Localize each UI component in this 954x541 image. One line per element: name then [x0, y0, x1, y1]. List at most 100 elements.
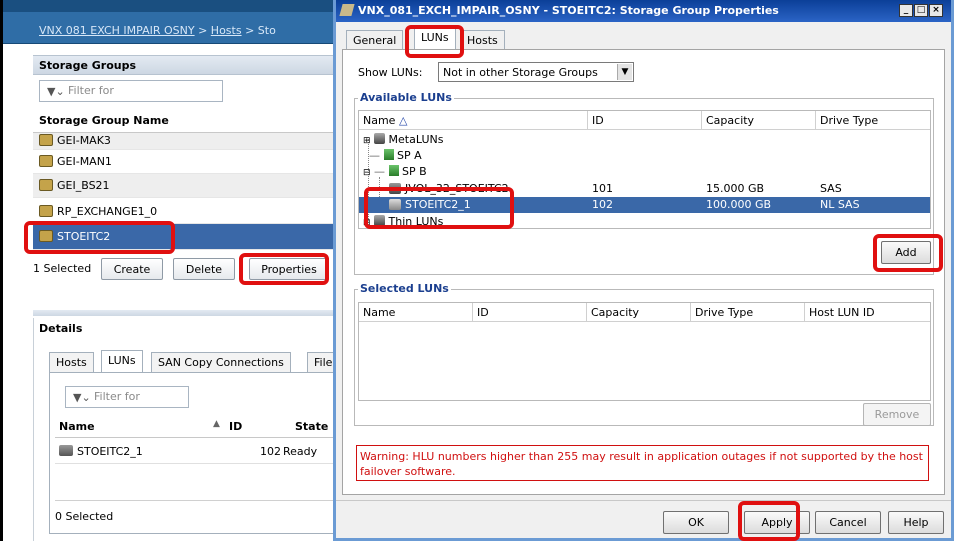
expand-icon[interactable]: ⊞	[363, 136, 371, 146]
filter-placeholder: Filter for	[68, 84, 114, 97]
tree-node-thin-luns[interactable]: ⊞ Thin LUNs	[363, 215, 443, 228]
column-header-drive-type[interactable]: Drive Type	[816, 111, 930, 130]
tree-node-label: SP B	[402, 165, 427, 178]
storage-group-icon	[39, 134, 53, 146]
tree-node-label: SP A	[397, 149, 422, 162]
column-header-name[interactable]: Name	[59, 420, 95, 433]
storage-group-row[interactable]: GEI-MAK3	[33, 133, 338, 150]
tree-node-spb[interactable]: ⊟ — SP B	[363, 165, 427, 178]
storage-processor-icon	[388, 165, 399, 176]
column-header-id[interactable]: ID	[473, 303, 587, 322]
delete-button[interactable]: Delete	[173, 258, 235, 280]
collapse-icon[interactable]: ⊟	[363, 168, 371, 178]
breadcrumb-bar: VNX 081 EXCH IMPAIR OSNY > Hosts > Sto	[3, 0, 340, 44]
minimize-icon[interactable]: _	[899, 4, 913, 17]
details-table-row[interactable]: STOEITC2_1 102 Ready	[55, 440, 340, 464]
footer-divider	[336, 500, 951, 501]
available-luns-tree-table: Name △ ID Capacity Drive Type ⊞ MetaLUNs…	[358, 110, 931, 229]
column-header-storage-group-name[interactable]: Storage Group Name	[33, 109, 338, 133]
expand-icon[interactable]: ⊞	[363, 218, 371, 228]
column-header-host-lun-id[interactable]: Host LUN ID	[805, 303, 930, 322]
storage-groups-filter-input[interactable]: ▼⌄ Filter for	[39, 80, 223, 102]
tree-node-label: Thin LUNs	[388, 215, 444, 228]
column-header-drive-type[interactable]: Drive Type	[691, 303, 805, 322]
create-button[interactable]: Create	[101, 258, 163, 280]
app-icon	[339, 4, 355, 16]
column-header-capacity[interactable]: Capacity	[587, 303, 691, 322]
available-lun-row[interactable]: JVOL_32_STOEITC2 101 15.000 GB SAS	[359, 181, 930, 197]
breadcrumb-system-link[interactable]: VNX 081 EXCH IMPAIR OSNY	[39, 24, 195, 37]
tab-luns[interactable]: LUNs	[101, 350, 143, 372]
help-button[interactable]: Help	[888, 511, 944, 534]
apply-button[interactable]: Apply	[744, 511, 810, 534]
storage-group-row[interactable]: GEI-MAN1	[33, 150, 338, 174]
dropdown-arrow-icon[interactable]: ▼	[617, 64, 632, 80]
column-header-capacity[interactable]: Capacity	[702, 111, 816, 130]
properties-button[interactable]: Properties	[249, 258, 329, 280]
lun-id: 101	[592, 182, 613, 195]
tab-luns[interactable]: LUNs	[414, 27, 456, 49]
breadcrumb-separator: >	[245, 24, 255, 37]
filter-icon: ▼⌄	[73, 391, 91, 404]
storage-group-name: RP_EXCHANGE1_0	[57, 205, 158, 218]
thin-luns-icon	[374, 215, 386, 226]
storage-groups-selected-count: 1 Selected	[33, 262, 92, 275]
tab-general[interactable]: General	[346, 30, 404, 50]
storage-group-row-selected[interactable]: STOEITC2	[33, 224, 338, 250]
tree-node-spa[interactable]: — SP A	[369, 149, 422, 162]
storage-group-icon	[39, 205, 53, 217]
dialog-title-bar[interactable]: VNX_081_EXCH_IMPAIR_OSNY - STOEITC2: Sto…	[336, 0, 951, 22]
column-header-state[interactable]: State	[295, 420, 328, 433]
storage-group-icon	[39, 230, 53, 242]
ok-button[interactable]: OK	[663, 511, 729, 534]
storage-group-name: GEI-MAK3	[57, 134, 111, 147]
tab-san-copy-connections[interactable]: SAN Copy Connections	[151, 352, 291, 372]
column-header-name[interactable]: Name △	[359, 111, 588, 130]
breadcrumb-storage-link[interactable]: Sto	[258, 24, 276, 37]
breadcrumb-separator: >	[198, 24, 208, 37]
selected-luns-label: Selected LUNs	[358, 282, 451, 295]
column-header-id[interactable]: ID	[588, 111, 702, 130]
show-luns-select[interactable]: Not in other Storage Groups ▼	[438, 62, 634, 82]
sort-up-icon: ▲	[213, 419, 220, 429]
lun-disk-icon	[389, 199, 401, 210]
available-luns-label: Available LUNs	[358, 91, 454, 104]
add-button[interactable]: Add	[881, 241, 931, 264]
lun-capacity: 100.000 GB	[706, 198, 772, 211]
close-icon[interactable]: ×	[929, 4, 943, 17]
details-table-header: Name ▲ ID State	[55, 414, 340, 438]
tree-node-metaluns[interactable]: ⊞ MetaLUNs	[363, 133, 443, 146]
available-lun-row-selected[interactable]: STOEITC2_1 102 100.000 GB NL SAS	[359, 197, 930, 213]
panel-splitter[interactable]	[33, 310, 340, 316]
tab-hosts[interactable]: Hosts	[460, 30, 505, 50]
breadcrumb-hosts-link[interactable]: Hosts	[211, 24, 242, 37]
cancel-button[interactable]: Cancel	[815, 511, 881, 534]
lun-drive-type: NL SAS	[820, 198, 860, 211]
hlu-warning-message: Warning: HLU numbers higher than 255 may…	[356, 445, 929, 481]
storage-group-row[interactable]: GEI_BS21	[33, 174, 338, 198]
tree-line: —	[369, 149, 380, 162]
lun-name: JVOL_32_STOEITC2	[405, 182, 509, 195]
storage-group-icon	[39, 179, 53, 191]
details-filter-input[interactable]: ▼⌄ Filter for	[65, 386, 189, 408]
lun-capacity: 15.000 GB	[706, 182, 765, 195]
column-header-name-text: Name	[363, 114, 396, 127]
top-toolbar-strip	[3, 0, 340, 12]
tab-hosts[interactable]: Hosts	[49, 352, 94, 372]
selected-luns-table: Name ID Capacity Drive Type Host LUN ID	[358, 302, 931, 401]
show-luns-label: Show LUNs:	[358, 66, 423, 79]
lun-id: 102	[592, 198, 613, 211]
column-header-id[interactable]: ID	[229, 420, 242, 433]
storage-groups-header: Storage Groups	[33, 55, 340, 75]
details-title: Details	[39, 322, 83, 335]
lun-drive-type: SAS	[820, 182, 842, 195]
column-header-name[interactable]: Name	[359, 303, 473, 322]
maximize-icon[interactable]: □	[914, 4, 928, 17]
filter-placeholder: Filter for	[94, 390, 140, 403]
storage-group-name: STOEITC2	[57, 230, 111, 243]
storage-group-row[interactable]: RP_EXCHANGE1_0	[33, 198, 338, 224]
show-luns-value: Not in other Storage Groups	[443, 66, 598, 79]
storage-group-name: GEI-MAN1	[57, 155, 112, 168]
lun-name: STOEITC2_1	[77, 445, 143, 458]
remove-button[interactable]: Remove	[863, 403, 931, 426]
